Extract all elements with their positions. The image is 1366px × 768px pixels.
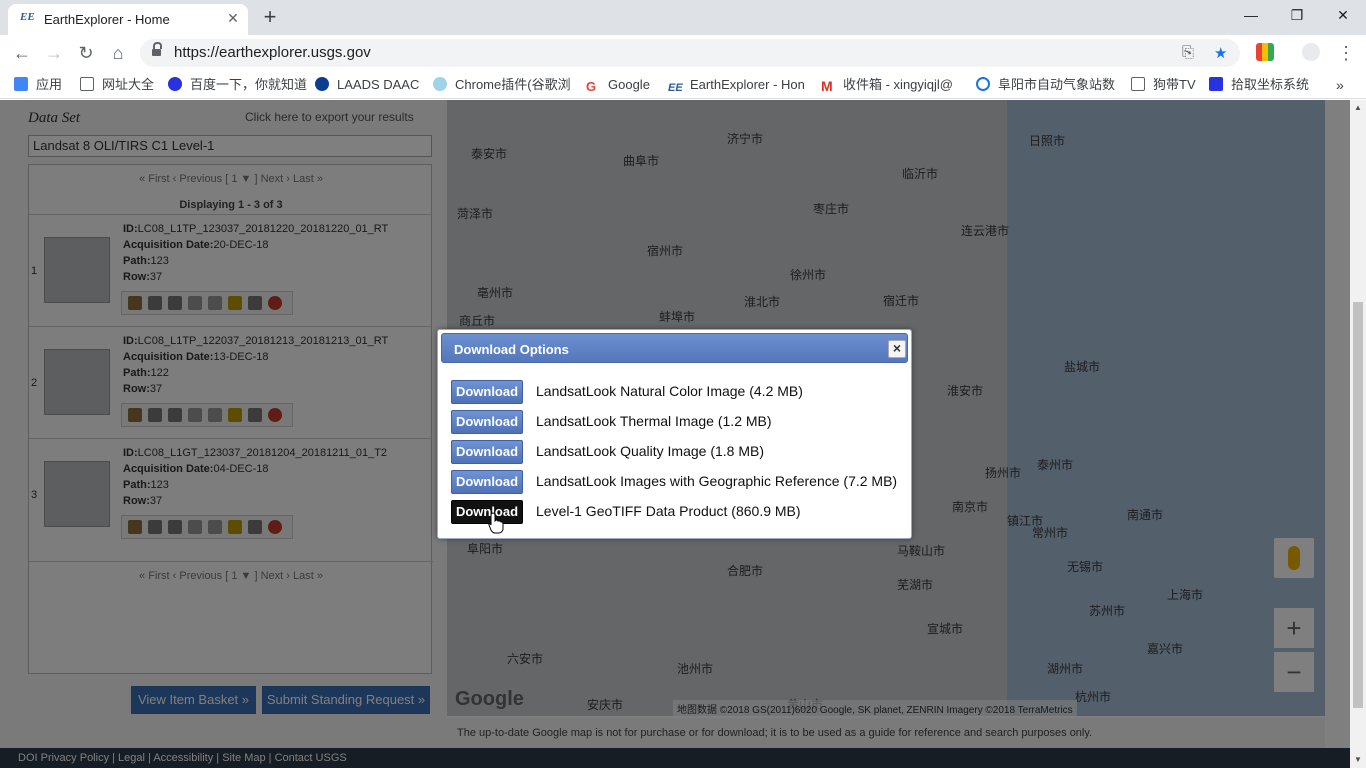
forward-arrow-icon[interactable]: → bbox=[42, 41, 66, 65]
bookmarks-overflow-icon[interactable]: » bbox=[1336, 76, 1344, 94]
toolbar: ← → ↻ ⌂ https://earthexplorer.usgs.gov ⎘… bbox=[0, 35, 1366, 71]
home-icon[interactable]: ⌂ bbox=[106, 41, 130, 65]
url-text: https://earthexplorer.usgs.gov bbox=[174, 44, 371, 61]
tab-strip: EE EarthExplorer - Home ✕ + — ❐ ✕ bbox=[0, 0, 1366, 35]
address-bar[interactable]: https://earthexplorer.usgs.gov ⎘ ★ bbox=[140, 39, 1240, 67]
nasa-icon bbox=[315, 77, 329, 91]
download-option: Download LandsatLook Quality Image (1.8 … bbox=[451, 440, 906, 466]
minimize-icon[interactable]: — bbox=[1228, 0, 1274, 32]
earthexplorer-icon: EE bbox=[668, 82, 683, 94]
scrollbar-thumb[interactable] bbox=[1353, 302, 1363, 708]
bookmark-item[interactable]: 狗带TV bbox=[1131, 76, 1196, 94]
tab-close-icon[interactable]: ✕ bbox=[224, 9, 242, 27]
bookmark-apps[interactable]: 应用 bbox=[14, 76, 62, 94]
translate-icon[interactable]: ⎘ bbox=[1182, 44, 1194, 61]
download-option-label: LandsatLook Thermal Image (1.2 MB) bbox=[536, 413, 772, 429]
browser-tab[interactable]: EE EarthExplorer - Home ✕ bbox=[8, 4, 248, 35]
download-thermal-button[interactable]: Download bbox=[451, 410, 523, 434]
apps-grid-icon bbox=[14, 77, 28, 91]
download-option-label: LandsatLook Natural Color Image (4.2 MB) bbox=[536, 383, 803, 399]
download-georeferenced-button[interactable]: Download bbox=[451, 470, 523, 494]
earthexplorer-favicon-icon: EE bbox=[20, 11, 35, 23]
menu-kebab-icon[interactable]: ⋮ bbox=[1334, 41, 1358, 65]
bookmark-item[interactable]: LAADS DAAC bbox=[315, 76, 419, 94]
bookmark-item[interactable]: 网址大全 bbox=[80, 76, 154, 94]
reload-icon[interactable]: ↻ bbox=[74, 41, 98, 65]
scroll-up-icon[interactable]: ▲ bbox=[1350, 100, 1366, 116]
scroll-down-icon[interactable]: ▼ bbox=[1350, 752, 1366, 768]
gmail-icon: M bbox=[821, 78, 833, 94]
download-option: Download LandsatLook Images with Geograp… bbox=[451, 470, 906, 496]
hand-cursor-icon bbox=[488, 512, 504, 534]
download-options-dialog: Download Options × Download LandsatLook … bbox=[437, 329, 912, 539]
download-geotiff-button[interactable]: Download bbox=[451, 500, 523, 524]
bookmark-item[interactable]: 拾取坐标系统 bbox=[1209, 76, 1309, 94]
download-option: Download LandsatLook Natural Color Image… bbox=[451, 380, 906, 406]
bookmark-item[interactable]: 阜阳市自动气象站数 bbox=[976, 76, 1115, 94]
bookmark-item[interactable]: 百度一下，你就知道 bbox=[168, 76, 307, 94]
page-icon bbox=[80, 77, 94, 91]
bookmarks-bar: 应用 网址大全 百度一下，你就知道 LAADS DAAC Chrome插件(谷歌… bbox=[0, 71, 1366, 99]
dialog-title: Download Options bbox=[454, 342, 569, 357]
download-option: Download LandsatLook Thermal Image (1.2 … bbox=[451, 410, 906, 436]
baidu-paw-icon bbox=[168, 77, 182, 91]
baidu-paw-icon bbox=[1209, 77, 1223, 91]
profile-avatar-icon[interactable] bbox=[1302, 43, 1320, 61]
new-tab-icon[interactable]: + bbox=[258, 4, 282, 30]
window-close-icon[interactable]: ✕ bbox=[1320, 0, 1366, 32]
bookmark-star-icon[interactable]: ★ bbox=[1214, 44, 1227, 62]
download-quality-button[interactable]: Download bbox=[451, 440, 523, 464]
bookmark-item[interactable]: EE EarthExplorer - Hon bbox=[668, 76, 805, 94]
dialog-header: Download Options × bbox=[441, 333, 908, 363]
dialog-close-icon[interactable]: × bbox=[888, 340, 906, 358]
bookmark-item[interactable]: Chrome插件(谷歌浏 bbox=[433, 76, 571, 94]
page-icon bbox=[1131, 77, 1145, 91]
extension-icon[interactable] bbox=[1256, 43, 1274, 61]
download-option-label: LandsatLook Quality Image (1.8 MB) bbox=[536, 443, 765, 459]
google-g-icon: G bbox=[586, 79, 597, 94]
cloud-icon bbox=[433, 77, 447, 91]
tab-title: EarthExplorer - Home bbox=[44, 12, 170, 27]
back-arrow-icon[interactable]: ← bbox=[10, 41, 34, 65]
download-natural-color-button[interactable]: Download bbox=[451, 380, 523, 404]
globe-icon bbox=[976, 77, 990, 91]
download-option: Download Level-1 GeoTIFF Data Product (8… bbox=[451, 500, 906, 526]
download-option-label: LandsatLook Images with Geographic Refer… bbox=[536, 473, 898, 489]
download-option-label: Level-1 GeoTIFF Data Product (860.9 MB) bbox=[536, 503, 801, 519]
restore-icon[interactable]: ❐ bbox=[1274, 0, 1320, 32]
lock-icon[interactable] bbox=[152, 42, 162, 57]
bookmark-item[interactable]: G Google bbox=[586, 76, 650, 94]
bookmark-item[interactable]: M 收件箱 - xingyiqjl@ bbox=[821, 76, 953, 94]
